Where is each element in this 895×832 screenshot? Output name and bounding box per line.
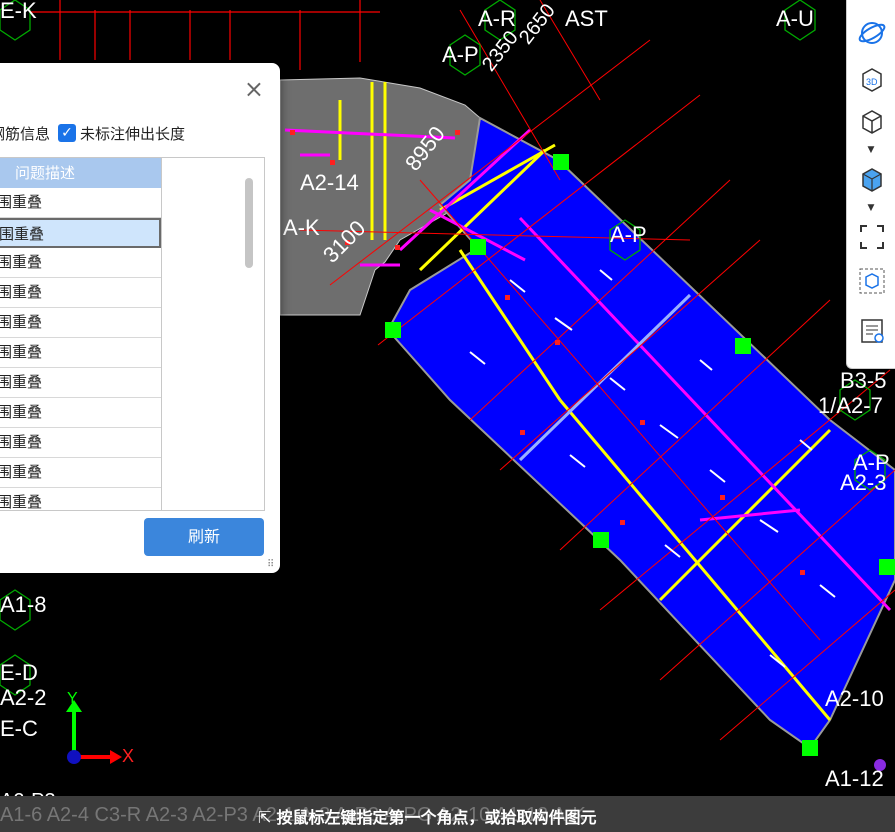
svg-text:3D: 3D (866, 77, 878, 87)
properties-icon[interactable] (855, 314, 889, 348)
table-row[interactable]: 围重叠 (0, 368, 161, 398)
box-view-icon[interactable] (855, 104, 889, 138)
steel-info-label: 钢筋信息 (0, 124, 51, 143)
table-row[interactable]: 围重叠 (0, 428, 161, 458)
axis-label-a-p: A-P (442, 42, 479, 67)
table-row[interactable]: 围重叠 (0, 398, 161, 428)
orbit-icon[interactable] (855, 16, 889, 50)
resize-grip-icon[interactable]: ⠿ (267, 560, 277, 570)
axis-grid-lines (30, 0, 380, 70)
prompt-text: 按鼠标左键指定第一个角点，或拾取构件图元 (276, 808, 597, 827)
table-scrollbar[interactable] (245, 178, 253, 268)
table-row-selected[interactable]: 围重叠 (0, 218, 161, 248)
solid-box-icon[interactable] (855, 162, 889, 196)
axis-label-a2-14: A2-14 (300, 170, 359, 195)
table-row[interactable]: 围重叠 (0, 458, 161, 488)
axis-label-a-p-mid: A-P (610, 222, 647, 247)
axis-label-a2-7: 1/A2-7 (818, 393, 883, 418)
axis-label-ast: AST (565, 6, 608, 31)
axis-label-a-u: A-U (776, 6, 814, 31)
table-divider (161, 158, 162, 510)
axis-label-e-c: E-C (0, 716, 38, 741)
3d-view-icon[interactable]: 3D (855, 62, 889, 96)
chevron-down-icon[interactable]: ▼ (866, 146, 876, 155)
axis-label-a2-3: A2-3 (840, 470, 887, 495)
table-row[interactable]: 围重叠 (0, 278, 161, 308)
axis-label-e-d: E-D (0, 660, 38, 685)
axis-label-a2-10: A2-10 (825, 686, 884, 711)
axis-label-a2-2: A2-2 (0, 685, 47, 710)
axis-label-b3-5: B3-5 (840, 368, 887, 393)
axis-label-e-k: E-K (0, 0, 37, 23)
hex-iso-icon[interactable] (855, 264, 889, 298)
view-toolbar: 3D ▼ ▼ (846, 0, 895, 369)
axis-label-a1-8: A1-8 (0, 592, 47, 617)
issue-table[interactable]: 问题描述 围重叠 围重叠 围重叠 围重叠 围重叠 围重叠 围重叠 围重叠 围重叠… (0, 157, 265, 511)
command-status-bar: A1-6 A2-4 C3-R A2-3 A2-P3 A2-1 A-8 A-P3 … (0, 796, 895, 832)
axis-label-a-r: A-R (478, 6, 516, 31)
cursor-icon: ⇱ (258, 808, 277, 827)
table-row[interactable]: 围重叠 (0, 188, 161, 218)
table-row[interactable]: 围重叠 (0, 338, 161, 368)
table-row[interactable]: 围重叠 (0, 248, 161, 278)
axis-label-a1-12: A1-12 (825, 766, 884, 791)
ucs-x-label: X (122, 746, 135, 766)
unmarked-length-checkbox[interactable]: ✓ (58, 124, 77, 142)
refresh-button[interactable]: 刷新 (144, 518, 264, 556)
ucs-y-label: Y (67, 690, 78, 707)
command-prompt: ⇱ 按鼠标左键指定第一个角点，或拾取构件图元 (258, 804, 597, 828)
chevron-down-icon[interactable]: ▼ (866, 204, 876, 213)
unmarked-length-label: 未标注伸出长度 (80, 124, 186, 143)
column-header-description[interactable]: 问题描述 (0, 158, 161, 188)
axis-label-a-k: A-K (283, 215, 320, 240)
issue-list-dialog: × 钢筋信息 ✓ 未标注伸出长度 问题描述 围重叠 围重叠 围重叠 围重叠 围重… (0, 63, 280, 573)
table-row[interactable]: 围重叠 (0, 308, 161, 338)
table-row[interactable]: 围重叠 (0, 488, 161, 510)
fit-window-icon[interactable] (855, 220, 889, 254)
blue-slab (386, 116, 895, 750)
close-icon[interactable]: × (244, 77, 264, 101)
ucs-axis-icon (66, 700, 122, 764)
dialog-options-row: 钢筋信息 ✓ 未标注伸出长度 (0, 121, 286, 145)
